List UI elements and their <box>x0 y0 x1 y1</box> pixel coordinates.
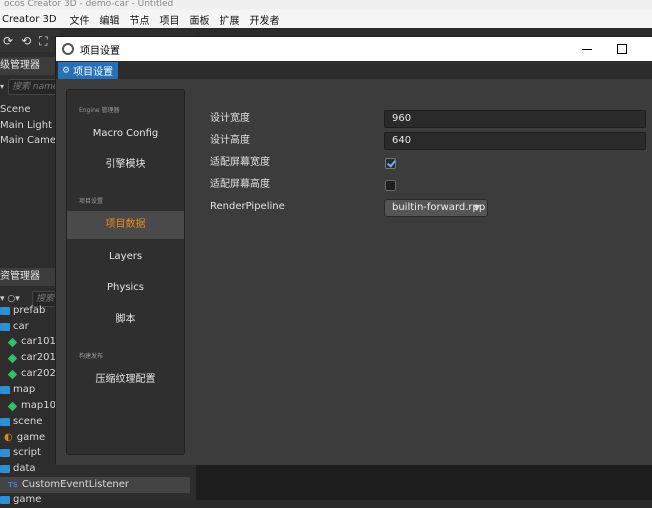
list-item[interactable]: TS CustomEventListener <box>8 477 129 493</box>
fit-height-label: 适配屏幕高度 <box>210 179 270 190</box>
design-height-input[interactable]: 640 <box>384 132 646 150</box>
typescript-file-icon: TS <box>8 481 18 489</box>
dialog-titlebar[interactable]: 项目设置 <box>56 37 652 61</box>
sidebar-item-engine-modules[interactable]: 引擎模块 <box>67 151 184 179</box>
assets-panel-title: 资管理器 <box>0 268 60 286</box>
prefab-icon <box>7 369 18 379</box>
fit-width-checkbox[interactable] <box>385 158 396 169</box>
cocos-logo-icon <box>62 43 74 55</box>
prefab-icon <box>7 337 18 347</box>
sidebar-item-layers[interactable]: Layers <box>67 243 184 271</box>
prefab-icon <box>7 401 18 411</box>
folder-icon <box>0 386 10 394</box>
tree-item[interactable]: Scene <box>0 102 31 118</box>
fit-width-label: 适配屏幕宽度 <box>210 157 270 168</box>
maximize-icon[interactable] <box>614 41 630 57</box>
sidebar-item-texture-compression[interactable]: 压缩纹理配置 <box>67 366 184 394</box>
list-item[interactable]: map <box>0 382 35 398</box>
design-height-label: 设计高度 <box>210 135 250 146</box>
editor-right-area <box>196 462 652 500</box>
dialog-content: Engine 管理器 Macro Config 引擎模块 项目设置 项目数据 L… <box>56 79 652 465</box>
list-item[interactable]: car202 <box>7 366 56 382</box>
list-item[interactable]: scene <box>0 414 42 430</box>
menubar: Creator 3D 文件 编辑 节点 项目 面板 扩展 开发者 <box>0 10 652 28</box>
menu-panel[interactable]: 面板 <box>185 12 215 27</box>
sidebar-item-physics[interactable]: Physics <box>67 274 184 302</box>
list-item[interactable]: game <box>0 492 41 508</box>
minimize-icon[interactable] <box>579 41 595 57</box>
hierarchy-panel-title: 级管理器 <box>0 57 60 75</box>
list-item[interactable]: ◐ game <box>4 430 45 446</box>
hierarchy-add-icon[interactable]: ▾ <box>0 79 8 95</box>
sidebar-section-build: 构建发布 <box>79 353 104 360</box>
scene-toolbar: ⟳ ⟲ ⛶ <box>0 30 60 52</box>
menu-project[interactable]: 项目 <box>155 12 185 27</box>
app-name: Creator 3D <box>2 13 57 25</box>
tab-project-settings[interactable]: ⚙ 项目设置 <box>58 62 119 79</box>
menu-extension[interactable]: 扩展 <box>215 12 245 27</box>
folder-icon <box>0 307 10 315</box>
list-item[interactable]: data <box>0 461 36 477</box>
prefab-icon <box>7 353 18 363</box>
design-width-input[interactable]: 960 <box>384 110 646 128</box>
menu-file[interactable]: 文件 <box>65 12 95 27</box>
render-pipeline-label: RenderPipeline <box>210 201 285 212</box>
menu-edit[interactable]: 编辑 <box>95 12 125 27</box>
dialog-tabbar: ⚙ 项目设置 <box>56 61 652 79</box>
dialog-title: 项目设置 <box>80 45 120 57</box>
list-item[interactable]: car201 <box>7 350 56 366</box>
refresh-icon[interactable]: ⟳ <box>3 34 13 48</box>
folder-icon <box>0 449 10 457</box>
design-width-label: 设计宽度 <box>210 113 250 124</box>
sidebar-item-project-data[interactable]: 项目数据 <box>67 211 184 239</box>
sidebar-item-macro-config[interactable]: Macro Config <box>67 120 184 148</box>
folder-icon <box>0 323 10 331</box>
list-item[interactable]: car <box>0 319 29 335</box>
render-pipeline-select[interactable]: builtin-forward.rpp ▼ <box>384 199 488 217</box>
rotate-icon[interactable]: ⟲ <box>21 34 31 48</box>
list-item[interactable]: prefab <box>0 303 45 319</box>
folder-icon <box>0 465 10 473</box>
menu-developer[interactable]: 开发者 <box>245 12 285 27</box>
list-item[interactable]: car101 <box>7 334 56 350</box>
tree-item[interactable]: Main Light <box>0 118 52 134</box>
sidebar-item-scripts[interactable]: 脚本 <box>67 306 184 334</box>
scene-file-icon: ◐ <box>4 432 13 443</box>
list-item[interactable]: script <box>0 445 41 461</box>
chevron-down-icon: ▼ <box>473 203 480 212</box>
folder-icon <box>0 418 10 426</box>
sidebar-section-engine: Engine 管理器 <box>79 107 120 114</box>
folder-icon <box>0 496 10 504</box>
hierarchy-search-input[interactable]: 搜索 name <box>8 79 58 95</box>
sidebar-section-project: 项目设置 <box>79 198 104 205</box>
settings-sidebar: Engine 管理器 Macro Config 引擎模块 项目设置 项目数据 L… <box>66 89 185 455</box>
project-settings-dialog: 项目设置 ⚙ 项目设置 Engine 管理器 Macro Config 引擎模块… <box>55 36 652 465</box>
gear-icon: ⚙ <box>62 65 71 76</box>
fit-height-checkbox[interactable] <box>385 180 396 191</box>
menu-node[interactable]: 节点 <box>125 12 155 27</box>
rect-tool-icon[interactable]: ⛶ <box>39 34 47 49</box>
window-title: ocos Creator 3D - demo-car - Untitled <box>0 0 652 10</box>
